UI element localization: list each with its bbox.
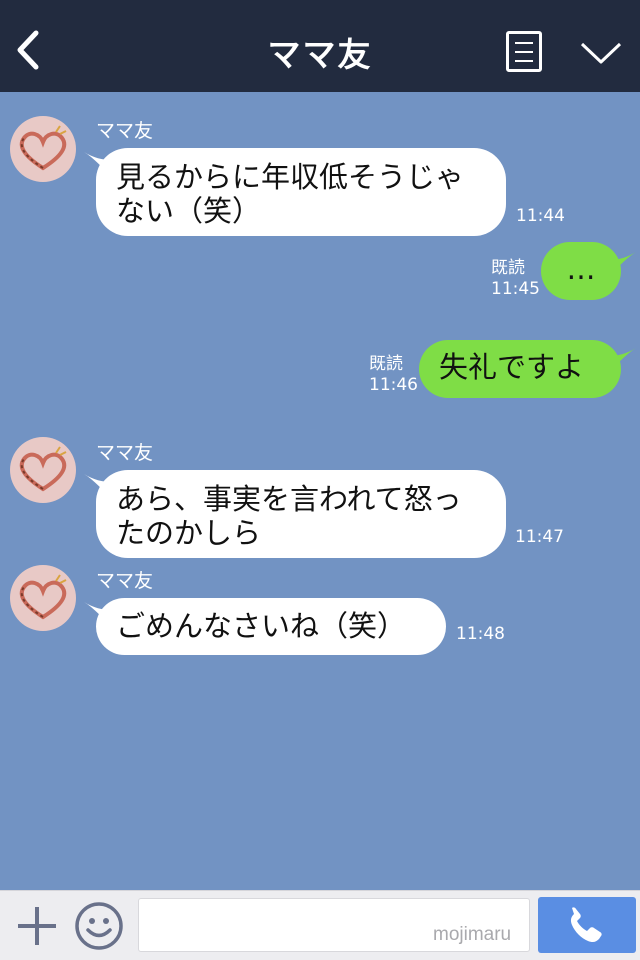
message-list[interactable]: ママ友 見るからに年収低そうじゃ ない（笑） 11:44 既読 11:45 … … <box>0 92 640 890</box>
heart-bracelet-icon <box>19 446 67 492</box>
message-text-line: たのかしら <box>116 516 262 550</box>
avatar[interactable] <box>10 565 76 631</box>
message-bubble[interactable]: … <box>541 242 621 300</box>
avatar[interactable] <box>10 116 76 182</box>
chevron-down-icon <box>580 42 622 64</box>
menu-button[interactable] <box>506 31 542 72</box>
read-receipt: 既読 11:45 <box>491 258 540 300</box>
read-label: 既読 <box>369 354 403 374</box>
call-button[interactable] <box>538 897 636 953</box>
message-time: 11:44 <box>516 206 565 226</box>
heart-bracelet-icon <box>19 125 67 171</box>
message-text-line: ごめんなさいね（笑） <box>116 609 407 643</box>
read-receipt: 既読 11:46 <box>369 354 418 396</box>
message-time: 11:46 <box>369 375 418 395</box>
message-time: 11:45 <box>491 279 540 299</box>
add-button[interactable] <box>14 903 60 949</box>
phone-icon <box>570 907 602 943</box>
message-time: 11:48 <box>456 624 505 644</box>
avatar[interactable] <box>10 437 76 503</box>
message-bubble[interactable]: あら、事実を言われて怒っ たのかしら <box>96 470 506 558</box>
message-text-line: ない（笑） <box>116 194 262 228</box>
chat-title: ママ友 <box>267 35 373 74</box>
sender-name: ママ友 <box>96 570 154 592</box>
sender-name: ママ友 <box>96 120 154 142</box>
plus-icon <box>18 907 56 945</box>
emoji-button[interactable] <box>74 901 124 951</box>
message-text-line: あら、事実を言われて怒っ <box>116 482 462 516</box>
watermark: mojimaru <box>433 924 512 945</box>
message-bubble[interactable]: ごめんなさいね（笑） <box>96 598 446 655</box>
message-text-line: 見るからに年収低そうじゃ <box>116 160 465 194</box>
read-label: 既読 <box>491 258 525 278</box>
chat-header: ママ友 <box>0 0 640 92</box>
collapse-button[interactable] <box>578 36 624 68</box>
smiley-icon <box>75 902 123 950</box>
input-bar: mojimaru <box>0 890 640 960</box>
message-bubble[interactable]: 失礼ですよ <box>419 340 621 398</box>
message-time: 11:47 <box>515 527 564 547</box>
sender-name: ママ友 <box>96 442 154 464</box>
heart-bracelet-icon <box>19 574 67 620</box>
message-bubble[interactable]: 見るからに年収低そうじゃ ない（笑） <box>96 148 506 236</box>
